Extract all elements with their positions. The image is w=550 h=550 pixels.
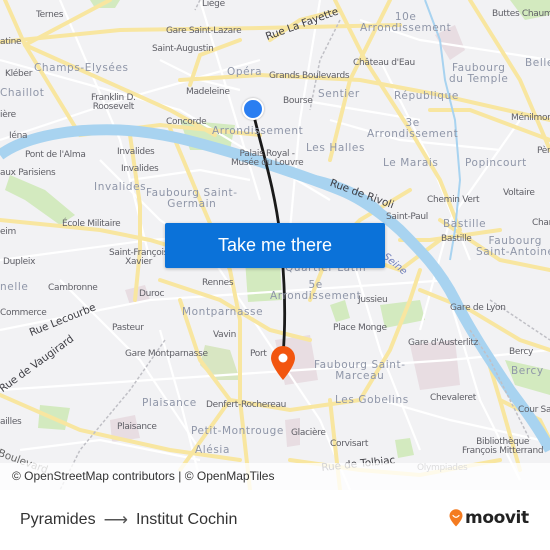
poi-label-iena: Iéna: [9, 131, 28, 141]
route-summary: Pyramides ⟶ Institut Cochin: [20, 510, 237, 530]
area-label-petit-montrouge: Petit-Montrouge: [191, 425, 284, 437]
area-label-sentier: Sentier: [318, 88, 360, 100]
area-label-opera: Opéra: [227, 66, 263, 78]
poi-label-pasteur: Pasteur: [112, 323, 144, 333]
poi-label-madeleine: Madeleine: [186, 87, 230, 97]
poi-label-saint-paul: Saint-Paul: [386, 212, 428, 222]
area-label-faubourg-saint-marceau: Faubourg Saint- Marceau: [314, 359, 406, 382]
poi-label-bercy: Bercy: [509, 347, 533, 357]
area-label-le-marais: Le Marais: [383, 157, 439, 169]
area-label-montparnasse: Montparnasse: [182, 306, 264, 318]
poi-label-cour-saint-emilion: Cour Sa: [518, 405, 550, 415]
poi-label-liege: Liège: [202, 0, 225, 9]
poi-label-jussieu: Jussieu: [358, 295, 388, 305]
poi-label-gare-de-lyon: Gare de Lyon: [450, 303, 506, 313]
poi-label-duroc: Duroc: [139, 289, 165, 299]
poi-label-kleber: Kléber: [5, 69, 33, 79]
poi-label-vavin: Vavin: [213, 330, 237, 340]
origin-pin[interactable]: [242, 98, 264, 120]
poi-label-invalides-2: Invalides: [121, 164, 159, 174]
poi-label-ternes: Ternes: [36, 10, 64, 20]
moovit-logo[interactable]: moovit: [449, 508, 529, 528]
area-label-faubourg-saint-germain: Faubourg Saint- Germain: [146, 187, 238, 210]
area-label-3e-arrondissement: 3e Arrondissement: [367, 117, 459, 140]
area-label-faubourg-saint-antoine: Faubourg Saint-Antoine: [476, 235, 550, 258]
poi-label-port-royal: Port: [250, 349, 267, 359]
poi-label-la-muette-edge: atine: [0, 37, 22, 47]
area-label-bastille: Bastille: [443, 218, 487, 230]
map-attribution: © OpenStreetMap contributors | © OpenMap…: [0, 463, 550, 490]
origin-name: Pyramides: [20, 511, 96, 528]
destination-name: Institut Cochin: [135, 511, 238, 528]
poi-label-place-monge: Place Monge: [333, 323, 387, 333]
poi-label-egouts: aux Parisiens: [0, 168, 56, 178]
poi-label-concorde: Concorde: [166, 117, 207, 127]
poi-label-chemin-vert: Chemin Vert: [427, 195, 480, 205]
poi-label-buttes-chaumont: Buttes Chaum: [492, 9, 550, 19]
poi-label-vaugirard-ailles: ailles: [0, 417, 22, 427]
poi-label-denfert-rochereau: Denfert-Rochereau: [206, 400, 287, 410]
area-label-les-halles: Les Halles: [306, 142, 366, 154]
area-label-plaisance: Plaisance: [142, 397, 197, 409]
poi-label-pont-alma: Pont de l'Alma: [25, 150, 86, 160]
poi-label-bastille: Bastille: [441, 234, 472, 244]
poi-label-glaciere: Glacière: [291, 428, 326, 438]
poi-label-cambronne: Cambronne: [48, 283, 98, 293]
poi-label-voltaire: Voltaire: [503, 188, 535, 198]
area-label-republique: République: [394, 90, 459, 102]
area-label-chaillot: Chaillot: [0, 87, 45, 99]
poi-label-chevaleret: Chevaleret: [430, 393, 476, 403]
poi-label-saint-augustin: Saint-Augustin: [152, 44, 214, 54]
poi-label-dupleix: Dupleix: [3, 257, 36, 267]
poi-label-trocadero-edge: ière: [0, 110, 16, 120]
area-label-5e-arrondissement: 5e Arrondissement: [270, 279, 362, 302]
poi-label-invalides-1: Invalides: [117, 147, 155, 157]
poi-label-gare-austerlitz: Gare d'Austerlitz: [408, 338, 479, 348]
poi-label-chateau-eau: Château d'Eau: [353, 58, 415, 68]
area-label-grenelle: nelle: [0, 281, 29, 293]
moovit-pin-icon: [449, 509, 463, 527]
area-label-les-gobelins: Les Gobelins: [335, 394, 409, 406]
poi-label-menilmontant: Ménilmon: [511, 113, 550, 123]
area-label-invalides: Invalides: [94, 181, 147, 193]
attribution-text[interactable]: © OpenStreetMap contributors | © OpenMap…: [12, 469, 274, 483]
area-label-1er-arrondissement: Arrondissement: [212, 125, 304, 137]
map-view[interactable]: Liège Ternes Gare Saint-Lazare Saint-Aug…: [0, 0, 550, 490]
moovit-wordmark: moovit: [465, 508, 529, 528]
poi-label-saint-francois-xavier: Saint-François Xavier: [109, 248, 169, 267]
poi-label-gare-saint-lazare: Gare Saint-Lazare: [166, 26, 242, 36]
area-label-bercy: Bercy: [511, 365, 544, 377]
poi-label-rennes: Rennes: [202, 278, 234, 288]
poi-label-plaisance: Plaisance: [117, 422, 157, 432]
area-label-faubourg-du-temple: Faubourg du Temple: [449, 62, 509, 85]
area-label-10e-arrondissement: 10e Arrondissement: [360, 11, 452, 34]
area-label-champs-elysees: Champs-Elysées: [34, 62, 129, 74]
poi-label-bibliotheque: Bibliothèque François Mitterrand: [462, 437, 544, 456]
area-label-belleville: Belle: [525, 57, 550, 69]
destination-pin-icon[interactable]: [270, 345, 296, 381]
area-label-popincourt: Popincourt: [465, 157, 527, 169]
poi-label-grands-boulevards: Grands Boulevards: [269, 71, 350, 81]
poi-label-commerce: Commerce: [0, 308, 47, 318]
poi-label-bir-hakeim: eim: [0, 227, 16, 237]
poi-label-bourse: Bourse: [283, 96, 313, 106]
footer-bar: Pyramides ⟶ Institut Cochin moovit: [0, 490, 550, 550]
poi-label-ecole-militaire: École Militaire: [62, 219, 121, 229]
poi-label-pere-lachaise: Pèr: [537, 146, 550, 156]
poi-label-corvisart: Corvisart: [330, 439, 369, 449]
poi-label-franklin-roosevelt: Franklin D. Roosevelt: [91, 93, 136, 112]
poi-label-gare-montparnasse: Gare Montparnasse: [125, 349, 208, 359]
take-me-there-button[interactable]: Take me there: [165, 223, 385, 268]
poi-label-palais-royal: Palais Royal - Musée du Louvre: [231, 149, 304, 168]
area-label-alesia: Alésia: [195, 444, 230, 456]
arrow-right-icon: ⟶: [103, 510, 128, 529]
poi-label-charonne: Char: [532, 218, 550, 228]
